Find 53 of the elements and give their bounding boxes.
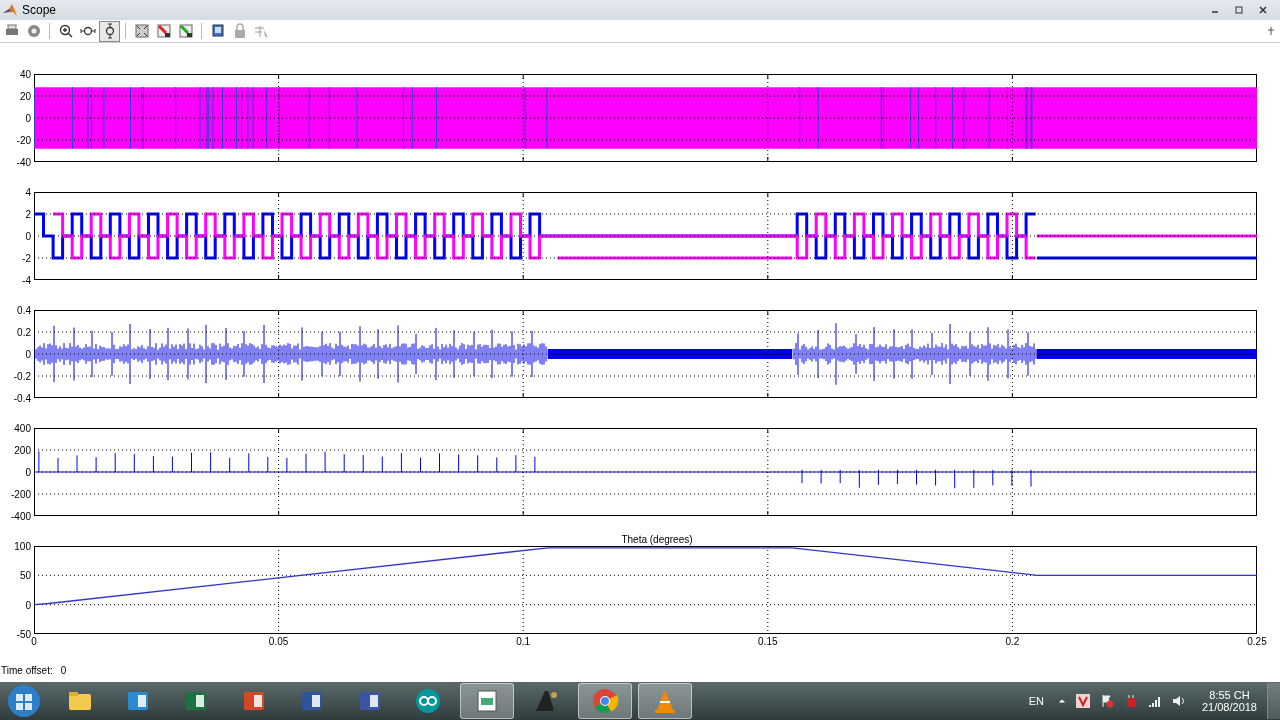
y-tick-label: -0.2 xyxy=(13,370,31,382)
y-tick-label: -400 xyxy=(11,510,31,522)
y-tick-label: -4 xyxy=(22,274,31,286)
y-tick-label: -50 xyxy=(16,628,31,640)
y-tick-label: 0 xyxy=(25,348,31,360)
y-tick-label: -0.4 xyxy=(13,392,31,404)
clock-date[interactable]: 21/08/2018 xyxy=(1201,701,1257,713)
y-tick-label: -20 xyxy=(16,134,31,146)
maximize-icon xyxy=(1234,5,1244,15)
y-tick-label: 0 xyxy=(25,599,31,611)
y-tick-label: 200 xyxy=(14,444,31,456)
y-tick-label: 0.4 xyxy=(17,304,31,316)
y-tick-label: -40 xyxy=(16,156,31,168)
window-title: Scope xyxy=(22,3,57,17)
tray-expand-icon[interactable] xyxy=(1057,697,1066,705)
y-tick-label: 0.2 xyxy=(17,326,31,338)
x-tick-label: 0.05 xyxy=(268,636,289,647)
signal-icon[interactable] xyxy=(1147,694,1162,708)
autoscale-icon xyxy=(133,23,150,39)
time-offset-value: 0 xyxy=(60,664,67,676)
save-axes-icon xyxy=(155,23,172,39)
arduino-icon xyxy=(414,687,442,715)
x-tick-label: 0.1 xyxy=(516,636,531,647)
x-tick-label: 0 xyxy=(31,636,37,647)
y-tick-label: 0 xyxy=(25,230,31,242)
close-icon xyxy=(1258,5,1268,15)
y-tick-label: 2 xyxy=(25,208,31,220)
y-tick-label: 0 xyxy=(25,466,31,478)
flag-icon[interactable] xyxy=(1099,694,1114,708)
restore-axes-icon xyxy=(177,23,194,39)
y-tick-label: -200 xyxy=(11,488,31,500)
antivirus-icon[interactable] xyxy=(1075,694,1090,708)
taskbar-button[interactable] xyxy=(460,683,514,719)
x-tick-label: 0.2 xyxy=(1005,636,1020,647)
chrome-icon xyxy=(591,687,619,715)
zoom-y-button[interactable] xyxy=(99,20,120,42)
clock-time[interactable]: 8:55 CH xyxy=(1209,689,1250,701)
start-button[interactable] xyxy=(6,683,42,719)
time-offset-label: Time offset: xyxy=(1,664,53,676)
y-tick-label: 0 xyxy=(25,112,31,124)
zoom-icon xyxy=(57,23,74,39)
y-tick-label: 40 xyxy=(19,68,31,80)
x-tick-label: 0.15 xyxy=(758,636,778,647)
y-tick-label: 400 xyxy=(14,422,31,434)
y-tick-label: 100 xyxy=(14,540,31,552)
float-icon xyxy=(209,23,226,39)
y-tick-label: 20 xyxy=(19,90,31,102)
y-tick-label: -2 xyxy=(22,252,31,264)
x-tick-label: 0.25 xyxy=(1247,636,1267,647)
language-indicator[interactable]: EN xyxy=(1028,695,1044,707)
speaker-icon[interactable] xyxy=(1171,694,1186,708)
y-tick-label: 50 xyxy=(19,569,31,581)
y-tick-label: 4 xyxy=(25,186,31,198)
